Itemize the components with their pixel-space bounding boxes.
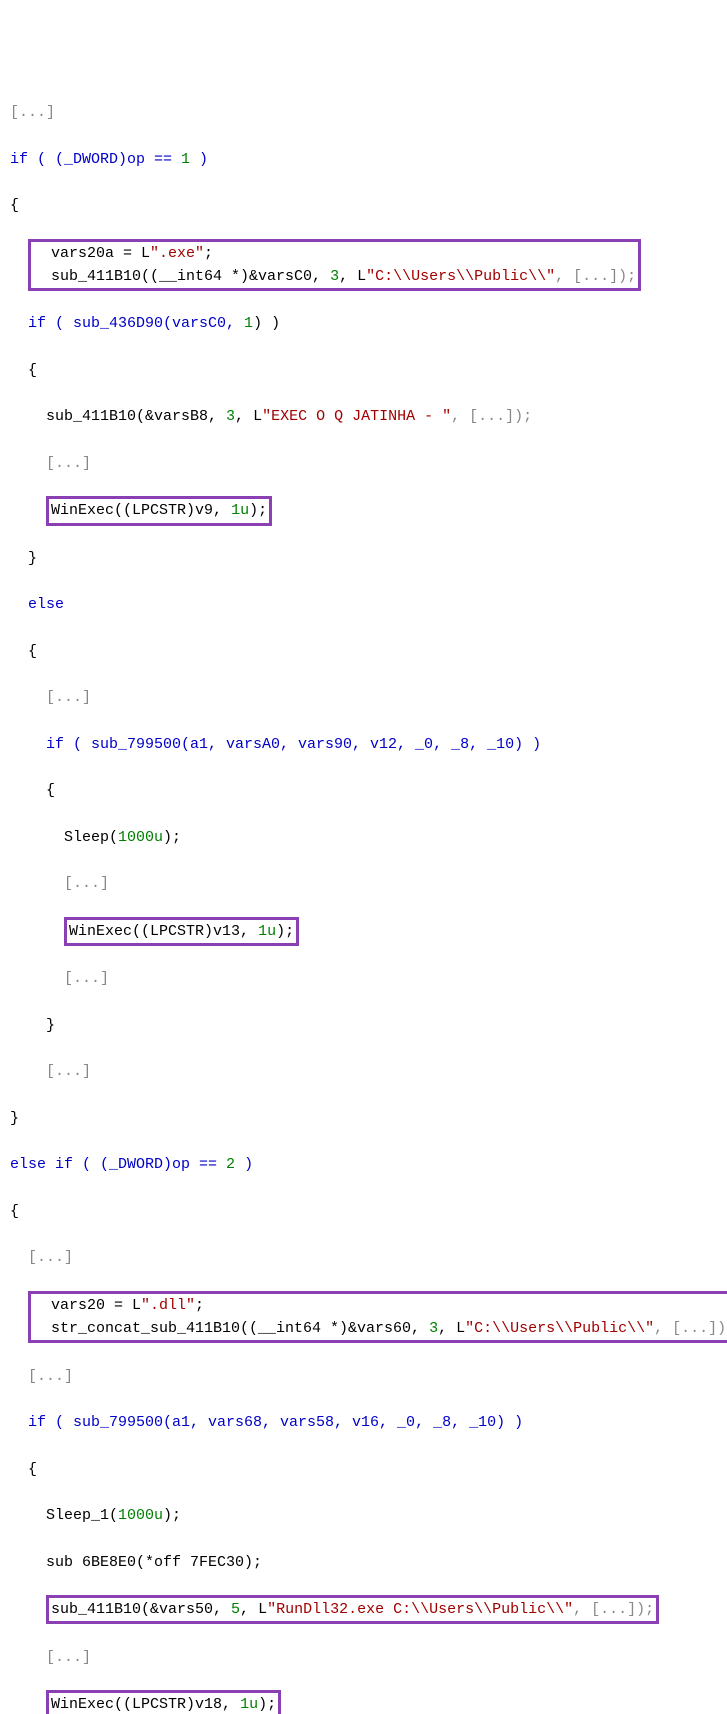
code-line: [...] bbox=[10, 1246, 717, 1269]
highlight-box: vars20a = L".exe"; sub_411B10((__int64 *… bbox=[10, 241, 717, 290]
code-line: { bbox=[10, 779, 717, 802]
code-line: [...] bbox=[10, 1060, 717, 1083]
code-line: sub_411B10(&varsB8, 3, L"EXEC O Q JATINH… bbox=[10, 405, 717, 428]
code-line: } bbox=[10, 1014, 717, 1037]
highlight-box: WinExec((LPCSTR)v18, 1u); bbox=[10, 1692, 717, 1714]
code-line: { bbox=[10, 359, 717, 382]
highlight-box: sub_411B10(&vars50, 5, L"RunDll32.exe C:… bbox=[10, 1597, 717, 1622]
code-line: { bbox=[10, 1200, 717, 1223]
highlight-box: WinExec((LPCSTR)v9, 1u); bbox=[10, 498, 717, 523]
code-line: Sleep(1000u); bbox=[10, 826, 717, 849]
code-line: [...] bbox=[10, 1365, 717, 1388]
code-line: { bbox=[10, 1458, 717, 1481]
code-line: [...] bbox=[10, 872, 717, 895]
ellipsis: [...] bbox=[10, 104, 55, 121]
code-line: [...] bbox=[10, 967, 717, 990]
code-line: { bbox=[10, 640, 717, 663]
code-line: } bbox=[10, 1107, 717, 1130]
code-line: [...] bbox=[10, 452, 717, 475]
code-line: Sleep_1(1000u); bbox=[10, 1504, 717, 1527]
code-line: [...] bbox=[10, 1646, 717, 1669]
code-line: sub 6BE8E0(*off 7FEC30); bbox=[10, 1551, 717, 1574]
code-line: if ( (_DWORD)op == 1 ) bbox=[10, 148, 717, 171]
code-line: { bbox=[10, 194, 717, 217]
code-line: [...] bbox=[10, 686, 717, 709]
code-line: [...] bbox=[10, 101, 717, 124]
code-line: else if ( (_DWORD)op == 2 ) bbox=[10, 1153, 717, 1176]
code-line: if ( sub_799500(a1, varsA0, vars90, v12,… bbox=[10, 733, 717, 756]
code-line: else bbox=[10, 593, 717, 616]
code-line: } bbox=[10, 547, 717, 570]
highlight-box: WinExec((LPCSTR)v13, 1u); bbox=[10, 919, 717, 944]
code-line: if ( sub_799500(a1, vars68, vars58, v16,… bbox=[10, 1411, 717, 1434]
code-line: if ( sub_436D90(varsC0, 1) ) bbox=[10, 312, 717, 335]
highlight-box: vars20 = L".dll"; str_concat_sub_411B10(… bbox=[10, 1293, 717, 1342]
